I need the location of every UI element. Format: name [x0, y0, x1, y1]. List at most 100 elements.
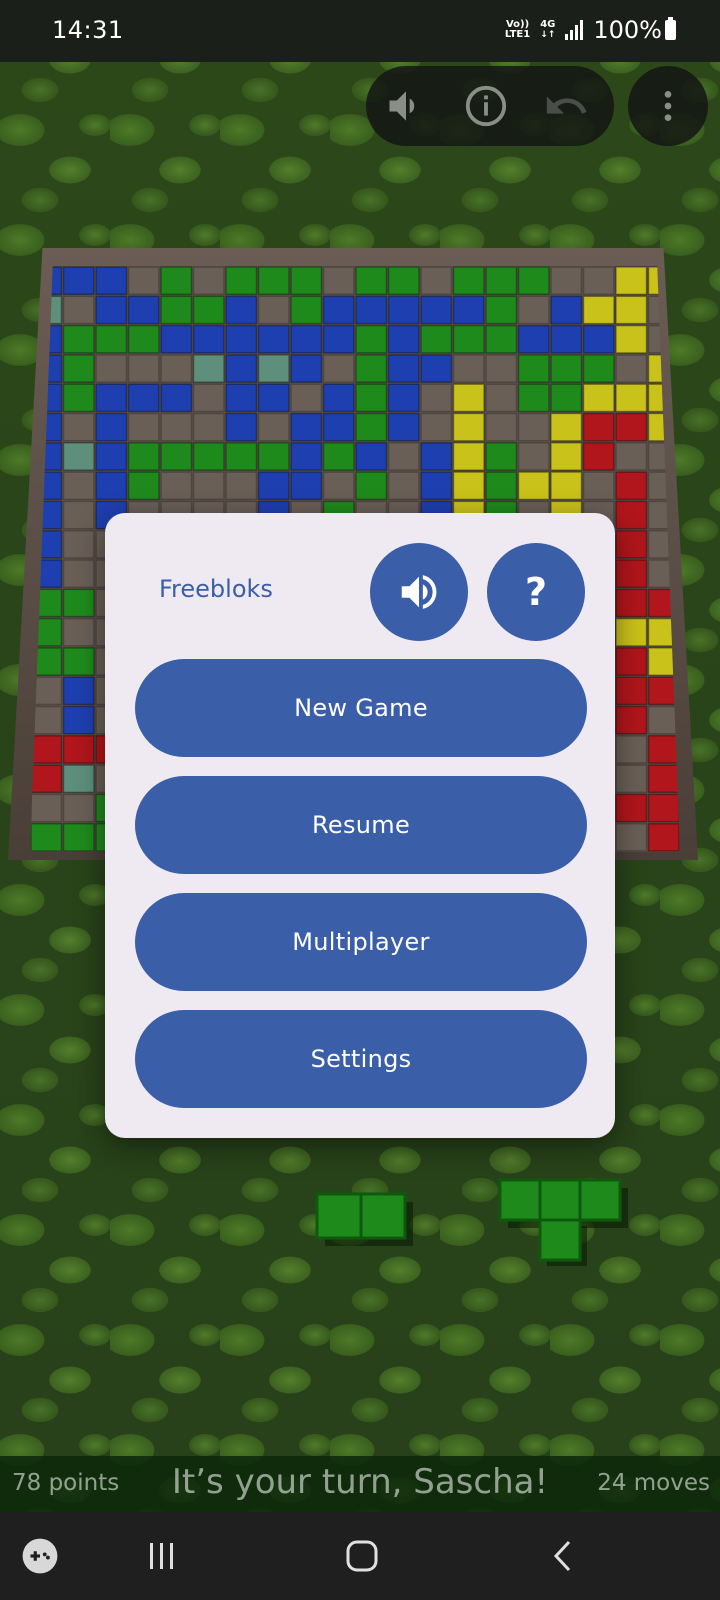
board-stone-cell[interactable] — [225, 412, 258, 442]
board-empty-cell[interactable] — [62, 412, 95, 442]
board-empty-cell[interactable] — [192, 471, 225, 501]
board-empty-cell[interactable] — [225, 471, 258, 501]
board-stone-cell[interactable] — [30, 735, 63, 764]
game-launcher-button[interactable] — [10, 1534, 70, 1578]
board-empty-cell[interactable] — [290, 383, 323, 413]
board-stone-cell[interactable] — [582, 412, 615, 442]
board-stone-cell[interactable] — [127, 471, 160, 501]
board-stone-cell[interactable] — [550, 295, 583, 325]
board-stone-cell[interactable] — [127, 324, 160, 354]
board-stone-cell[interactable] — [225, 295, 258, 325]
board-stone-cell[interactable] — [452, 412, 485, 442]
board-stone-cell[interactable] — [582, 442, 615, 471]
board-stone-cell[interactable] — [387, 412, 420, 442]
undo-button[interactable] — [538, 78, 594, 134]
board-empty-cell[interactable] — [387, 442, 420, 471]
board-stone-cell[interactable] — [290, 442, 323, 471]
board-stone-cell[interactable] — [192, 295, 225, 325]
multiplayer-button[interactable]: Multiplayer — [135, 893, 587, 991]
board-stone-cell[interactable] — [62, 647, 95, 676]
board-empty-cell[interactable] — [62, 617, 95, 647]
board-empty-cell[interactable] — [322, 354, 355, 383]
board-stone-cell[interactable] — [517, 324, 550, 354]
board-stone-cell[interactable] — [615, 383, 648, 413]
board-stone-cell[interactable] — [95, 383, 128, 413]
board-stone-cell[interactable] — [615, 588, 648, 618]
board-empty-cell[interactable] — [517, 412, 550, 442]
settings-button[interactable]: Settings — [135, 1010, 587, 1108]
board-empty-cell[interactable] — [30, 793, 63, 823]
board-stone-cell[interactable] — [550, 354, 583, 383]
board-stone-cell[interactable] — [225, 324, 258, 354]
board-empty-cell[interactable] — [485, 354, 518, 383]
board-stone-cell[interactable] — [322, 324, 355, 354]
board-stone-cell[interactable] — [257, 471, 290, 501]
board-stone-cell[interactable] — [62, 676, 95, 706]
board-stone-cell[interactable] — [290, 412, 323, 442]
board-stone-cell[interactable] — [290, 295, 323, 325]
stone-t-tetromino[interactable] — [498, 1178, 628, 1266]
board-stone-cell[interactable] — [160, 324, 193, 354]
board-stone-cell[interactable] — [257, 266, 290, 296]
board-stone-cell[interactable] — [550, 324, 583, 354]
board-stone-cell[interactable] — [452, 324, 485, 354]
board-stone-cell[interactable] — [582, 324, 615, 354]
board-stone-cell[interactable] — [95, 471, 128, 501]
board-stone-cell[interactable] — [290, 354, 323, 383]
board-empty-cell[interactable] — [582, 471, 615, 501]
board-empty-cell[interactable] — [62, 793, 95, 823]
board-stone-cell[interactable] — [387, 266, 420, 296]
board-stone-cell[interactable] — [257, 442, 290, 471]
board-empty-cell[interactable] — [420, 383, 453, 413]
board-empty-cell[interactable] — [517, 295, 550, 325]
board-stone-cell[interactable] — [485, 266, 518, 296]
board-stone-cell[interactable] — [257, 324, 290, 354]
board-stone-cell[interactable] — [290, 471, 323, 501]
board-stone-cell[interactable] — [550, 471, 583, 501]
board-stone-cell[interactable] — [517, 383, 550, 413]
board-empty-cell[interactable] — [615, 442, 648, 471]
stone-domino[interactable] — [315, 1192, 413, 1246]
board-empty-cell[interactable] — [62, 500, 95, 530]
board-stone-cell[interactable] — [355, 471, 388, 501]
board-stone-cell[interactable] — [420, 471, 453, 501]
board-stone-cell[interactable] — [127, 442, 160, 471]
board-stone-cell[interactable] — [355, 354, 388, 383]
board-empty-cell[interactable] — [192, 383, 225, 413]
board-empty-cell[interactable] — [192, 412, 225, 442]
board-empty-cell[interactable] — [615, 735, 648, 764]
board-empty-cell[interactable] — [647, 705, 680, 735]
board-empty-cell[interactable] — [30, 705, 63, 735]
board-stone-cell[interactable] — [615, 295, 648, 325]
board-stone-cell[interactable] — [420, 442, 453, 471]
board-stone-cell[interactable] — [615, 647, 648, 676]
board-stone-cell[interactable] — [62, 266, 95, 296]
board-stone-cell[interactable] — [30, 822, 63, 852]
board-stone-cell[interactable] — [355, 266, 388, 296]
board-stone-cell[interactable] — [127, 295, 160, 325]
board-stone-cell[interactable] — [322, 295, 355, 325]
board-stone-cell[interactable] — [192, 324, 225, 354]
board-empty-cell[interactable] — [615, 354, 648, 383]
board-stone-cell[interactable] — [160, 266, 193, 296]
board-empty-cell[interactable] — [485, 412, 518, 442]
board-stone-cell[interactable] — [647, 764, 680, 794]
board-stone-cell[interactable] — [225, 266, 258, 296]
board-stone-cell[interactable] — [62, 383, 95, 413]
board-stone-cell[interactable] — [452, 442, 485, 471]
board-stone-cell[interactable] — [517, 471, 550, 501]
board-stone-cell[interactable] — [550, 412, 583, 442]
board-stone-cell[interactable] — [322, 442, 355, 471]
new-game-button[interactable]: New Game — [135, 659, 587, 757]
board-empty-cell[interactable] — [127, 412, 160, 442]
board-empty-cell[interactable] — [62, 529, 95, 559]
board-empty-cell[interactable] — [420, 412, 453, 442]
board-stone-cell[interactable] — [452, 471, 485, 501]
recents-button[interactable] — [132, 1534, 192, 1578]
dialog-sound-button[interactable] — [370, 543, 468, 641]
board-stone-cell[interactable] — [355, 383, 388, 413]
board-stone-cell[interactable] — [225, 354, 258, 383]
board-stone-cell[interactable] — [322, 412, 355, 442]
board-stone-cell[interactable] — [62, 324, 95, 354]
board-stone-cell[interactable] — [615, 529, 648, 559]
